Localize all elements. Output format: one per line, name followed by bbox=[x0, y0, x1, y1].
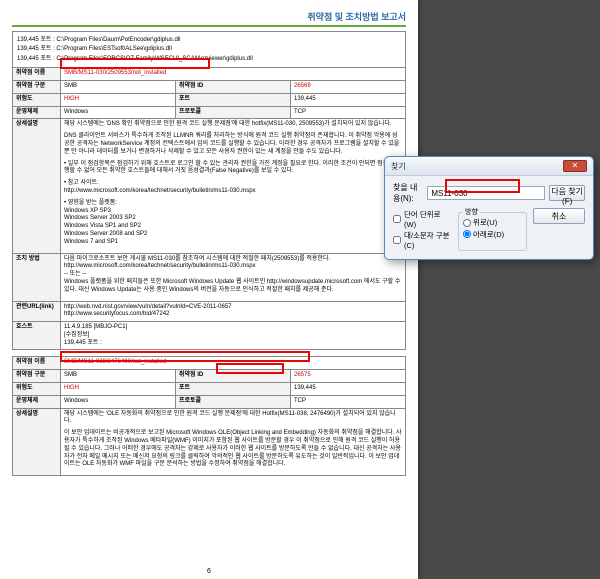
label-name: 취약점 이름 bbox=[13, 357, 61, 370]
whole-word-input[interactable] bbox=[393, 215, 401, 223]
vuln1-id: 26569 bbox=[291, 80, 406, 93]
cancel-button[interactable]: 취소 bbox=[533, 208, 585, 224]
match-case-input[interactable] bbox=[393, 236, 401, 244]
close-button[interactable]: ✕ bbox=[563, 160, 587, 172]
ref-url: http://www.microsoft.com/korea/technet/s… bbox=[64, 188, 256, 194]
whole-word-label: 단어 단위로(W) bbox=[404, 209, 452, 229]
label-link: 관련URL(link) bbox=[13, 301, 61, 322]
vuln1-desc-p1: 해당 시스템에는 'DNS 확인 취약점으로 인한 원격 코드 실행 문제점'에… bbox=[64, 121, 402, 129]
vuln2-risk: HIGH bbox=[61, 383, 176, 396]
close-icon: ✕ bbox=[572, 161, 579, 170]
vuln1-category: SMB bbox=[61, 80, 176, 93]
vuln-table-1: 취약점 이름 SMB/MS11-030/2509553/not_installe… bbox=[12, 67, 406, 350]
direction-group: 방향 위로(U) 아래로(D) bbox=[458, 212, 527, 251]
find-next-button[interactable]: 다음 찾기(F) bbox=[549, 185, 585, 201]
link-u1a: http://web.nvd.nist.gov/view/vuln/detail… bbox=[64, 304, 189, 310]
vuln1-desc-bullet: • 일부 이 점검항목은 점검하기 위해 호스트로 로그인 할 수 있는 관리자… bbox=[64, 161, 402, 177]
label-id: 취약점 ID bbox=[176, 80, 291, 93]
vuln-table-2: 취약점 이름 SMB/MS11-038/2476490/not_installe… bbox=[12, 356, 406, 476]
find-label: 찾을 내용(N): bbox=[393, 182, 423, 204]
vuln2-id: 26575 bbox=[291, 370, 406, 383]
page-number: 6 bbox=[207, 568, 211, 575]
vuln1-fix: 다음 마이크로소프트 보안 게시물 MS11-030를 참조하여 시스템에 대한… bbox=[61, 253, 406, 301]
label-name: 취약점 이름 bbox=[13, 68, 61, 81]
vuln1-port: 139,445 bbox=[291, 93, 406, 106]
label-risk: 위험도 bbox=[13, 383, 61, 396]
link-u1b: CVE-2011-0657 bbox=[189, 304, 232, 310]
vuln1-desc-p2: DNS 클라이언트 서비스가 특수하게 조작된 LLMNR 쿼리를 처리하는 방… bbox=[64, 133, 402, 156]
aff-item: Windows XP SP3 bbox=[64, 208, 111, 214]
label-proto: 프로토콜 bbox=[176, 395, 291, 408]
vuln2-port: 139,445 bbox=[291, 383, 406, 396]
find-input[interactable] bbox=[427, 186, 545, 200]
fix-u1: http://www.microsoft.com/korea/technet/s… bbox=[64, 263, 256, 269]
label-id: 취약점 ID bbox=[176, 370, 291, 383]
fix-p2: Windows 플랫폼을 위한 패치들은 또한 Microsoft Window… bbox=[64, 279, 400, 293]
label-desc: 상세설명 bbox=[13, 408, 61, 476]
dialog-title: 찾기 bbox=[391, 161, 406, 172]
document-page: 취약점 및 조치방법 보고서 139,445 포트 : C:\Program F… bbox=[0, 0, 418, 579]
dir-up-radio[interactable]: 위로(U) bbox=[463, 217, 497, 228]
dir-down-label: 아래로(D) bbox=[473, 229, 504, 240]
fix-sep: -- 또는 -- bbox=[64, 271, 86, 277]
vuln2-desc: 해당 시스템에는 'OLE 자동화의 취약점으로 인한 원격 코드 실행 문제점… bbox=[61, 408, 406, 476]
vuln1-proto: TCP bbox=[291, 106, 406, 119]
dir-down-radio[interactable]: 아래로(D) bbox=[463, 229, 504, 240]
dialog-body: 찾을 내용(N): 다음 찾기(F) 단어 단위로(W) 대/소문자 구분(C)… bbox=[385, 176, 593, 259]
vuln1-env: Windows bbox=[61, 106, 176, 119]
aff-item: Windows Server 2003 SP2 bbox=[64, 215, 136, 221]
port-list: 139,445 포트 : C:\Program Files\Daum\PotEn… bbox=[12, 31, 406, 67]
vuln1-host: 11.4.9.185 [MBJO-PC1] [수집정보] 139,445 포트 … bbox=[61, 322, 406, 350]
label-category: 취약점 구분 bbox=[13, 80, 61, 93]
dir-down-input[interactable] bbox=[463, 230, 471, 238]
vuln1-name: SMB/MS11-030/2509553/not_installed bbox=[61, 68, 406, 81]
port-line: 139,445 포트 : C:\Program Files\FORCS\OZ F… bbox=[17, 55, 401, 63]
vuln1-risk: HIGH bbox=[61, 93, 176, 106]
aff-item: Windows Server 2008 and SP2 bbox=[64, 231, 147, 237]
vuln1-link: http://web.nvd.nist.gov/view/vuln/detail… bbox=[61, 301, 406, 322]
aff-title: • 영향을 받는 플랫폼: bbox=[64, 200, 117, 206]
aff-item: Windows 7 and SP1 bbox=[64, 239, 118, 245]
vuln2-name: SMB/MS11-038/2476490/not_installed bbox=[61, 357, 406, 370]
label-port: 포트 bbox=[176, 93, 291, 106]
vuln2-category: SMB bbox=[61, 370, 176, 383]
dir-up-label: 위로(U) bbox=[473, 217, 497, 228]
vuln1-desc: 해당 시스템에는 'DNS 확인 취약점으로 인한 원격 코드 실행 문제점'에… bbox=[61, 119, 406, 253]
link-u2: http://www.securityfocus.com/bid/47242 bbox=[64, 311, 169, 317]
host-l3: 139,445 포트 : bbox=[64, 340, 102, 346]
label-desc: 상세설명 bbox=[13, 119, 61, 253]
match-case-checkbox[interactable]: 대/소문자 구분(C) bbox=[393, 230, 452, 250]
vuln2-proto: TCP bbox=[291, 395, 406, 408]
host-l1: 11.4.9.185 [MBJO-PC1] bbox=[64, 324, 127, 330]
find-dialog[interactable]: 찾기 ✕ 찾을 내용(N): 다음 찾기(F) 단어 단위로(W) 대/소문자 … bbox=[384, 156, 594, 260]
label-category: 취약점 구분 bbox=[13, 370, 61, 383]
whole-word-checkbox[interactable]: 단어 단위로(W) bbox=[393, 209, 452, 229]
vuln2-env: Windows bbox=[61, 395, 176, 408]
host-l2: [수집정보] bbox=[64, 332, 89, 338]
label-port: 포트 bbox=[176, 383, 291, 396]
vuln2-desc-p2: 이 보안 업데이트는 비공개적으로 보고된 Microsoft Windows … bbox=[64, 430, 402, 469]
dir-up-input[interactable] bbox=[463, 219, 471, 227]
port-line: 139,445 포트 : C:\Program Files\ESTsoft\AL… bbox=[17, 45, 401, 53]
label-risk: 위험도 bbox=[13, 93, 61, 106]
match-case-label: 대/소문자 구분(C) bbox=[404, 230, 452, 250]
direction-legend: 방향 bbox=[463, 207, 480, 217]
ref-title: • 참고 사이트: bbox=[64, 180, 99, 186]
label-fix: 조치 방법 bbox=[13, 253, 61, 301]
label-env: 운영체제 bbox=[13, 395, 61, 408]
label-env: 운영체제 bbox=[13, 106, 61, 119]
fix-p1: 다음 마이크로소프트 보안 게시물 MS11-030를 참조하여 시스템에 대한… bbox=[64, 256, 330, 262]
page-title: 취약점 및 조치방법 보고서 bbox=[12, 10, 406, 27]
dialog-titlebar[interactable]: 찾기 ✕ bbox=[385, 157, 593, 176]
label-proto: 프로토콜 bbox=[176, 106, 291, 119]
vuln2-desc-p1: 해당 시스템에는 'OLE 자동화의 취약점으로 인한 원격 코드 실행 문제점… bbox=[64, 411, 402, 427]
port-line: 139,445 포트 : C:\Program Files\Daum\PotEn… bbox=[17, 36, 401, 44]
aff-item: Windows Vista SP1 and SP2 bbox=[64, 223, 141, 229]
label-host: 호스트 bbox=[13, 322, 61, 350]
